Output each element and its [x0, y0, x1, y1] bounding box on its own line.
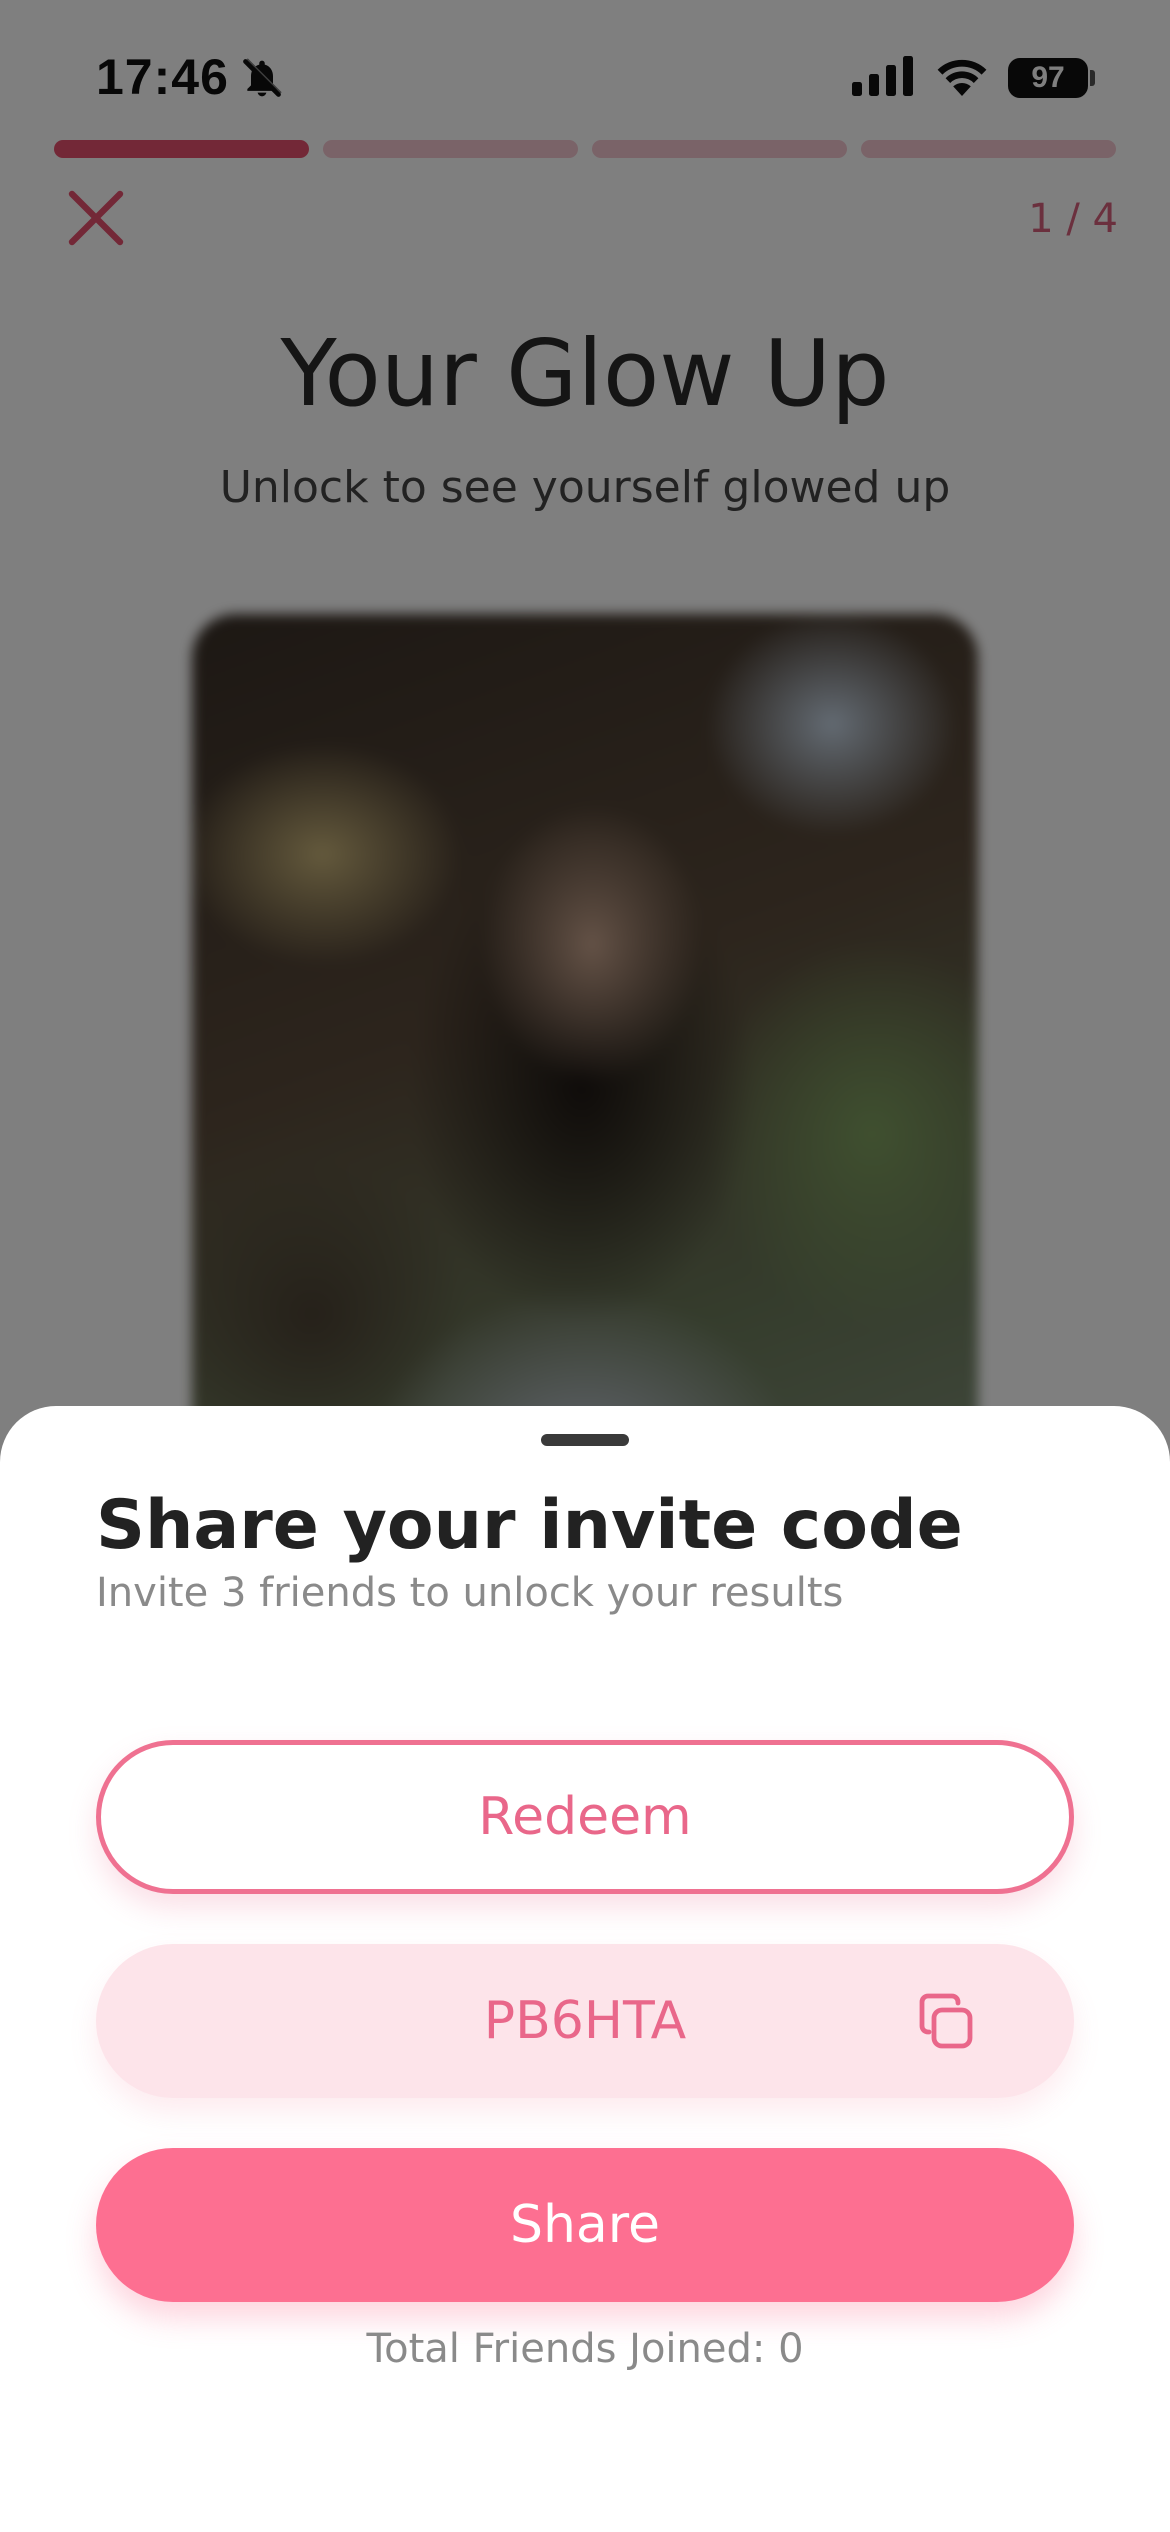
friends-joined-count: Total Friends Joined: 0: [366, 2326, 804, 2372]
invite-code-box[interactable]: PB6HTA: [96, 1944, 1074, 2098]
invite-bottom-sheet: Share your invite code Invite 3 friends …: [0, 1406, 1170, 2532]
sheet-title: Share your invite code: [96, 1486, 963, 1565]
redeem-button[interactable]: Redeem: [96, 1740, 1074, 1894]
share-button-label: Share: [509, 2195, 661, 2255]
sheet-drag-handle[interactable]: [541, 1434, 629, 1446]
redeem-button-label: Redeem: [478, 1787, 692, 1847]
share-button[interactable]: Share: [96, 2148, 1074, 2302]
copy-icon[interactable]: [914, 1990, 978, 2054]
invite-code: PB6HTA: [483, 1991, 687, 2051]
sheet-subtitle: Invite 3 friends to unlock your results: [96, 1570, 844, 1616]
